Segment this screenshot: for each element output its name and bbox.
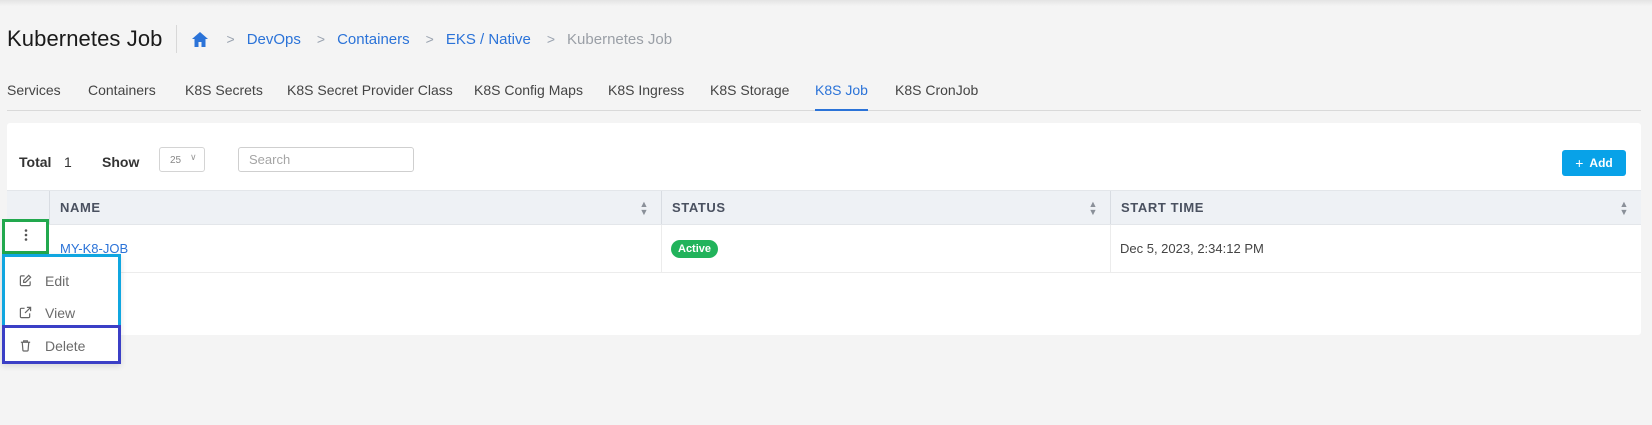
sort-icon[interactable]: ▲ ▼	[1619, 191, 1629, 217]
page-title: Kubernetes Job	[7, 26, 163, 51]
tab-bar: Services Containers K8S Secrets K8S Secr…	[7, 72, 1641, 111]
page-header: Kubernetes Job > DevOps > Containers > E…	[7, 22, 672, 56]
search-input[interactable]	[238, 147, 414, 172]
active-tab-indicator	[815, 109, 868, 111]
breadcrumb-devops[interactable]: DevOps	[247, 31, 301, 48]
breadcrumb-separator: >	[546, 31, 556, 47]
top-shadow	[0, 0, 1652, 6]
job-list-card: Total 1 Show 25 ∨ + Add NAME ▲▼ STATUS ▲…	[7, 123, 1641, 335]
row-actions-button[interactable]	[2, 219, 49, 254]
tab-containers[interactable]: Containers	[88, 82, 156, 98]
breadcrumb-containers[interactable]: Containers	[337, 31, 410, 48]
tab-k8s-secrets[interactable]: K8S Secrets	[185, 82, 263, 98]
start-time-cell: Dec 5, 2023, 2:34:12 PM	[1120, 225, 1264, 272]
table-row: MY-K8-JOB Active Dec 5, 2023, 2:34:12 PM	[7, 225, 1641, 273]
breadcrumb-separator: >	[226, 31, 235, 47]
page-size-value: 25	[170, 155, 182, 166]
total-count: 1	[64, 154, 72, 170]
breadcrumb-separator: >	[316, 31, 326, 47]
status-cell: Active	[671, 225, 719, 272]
tab-k8s-job[interactable]: K8S Job	[815, 82, 868, 98]
tab-k8s-cronjob[interactable]: K8S CronJob	[895, 82, 978, 98]
page-size-select[interactable]: 25 ∨	[159, 147, 205, 172]
breadcrumb-eks-native[interactable]: EKS / Native	[446, 31, 531, 48]
column-header-status-label: STATUS	[672, 200, 726, 215]
total-label: Total	[19, 154, 52, 170]
home-icon[interactable]	[191, 29, 211, 49]
menu-item-view[interactable]: View	[5, 298, 118, 328]
show-label: Show	[102, 154, 140, 170]
add-button-label: Add	[1589, 156, 1613, 170]
chevron-down-icon: ∨	[190, 152, 197, 162]
tab-k8s-config-maps[interactable]: K8S Config Maps	[474, 82, 583, 98]
add-button[interactable]: + Add	[1562, 150, 1626, 176]
delete-highlight-box	[2, 325, 121, 364]
external-link-icon	[19, 306, 33, 320]
header-divider	[175, 25, 177, 53]
menu-item-edit[interactable]: Edit	[5, 266, 118, 296]
menu-item-edit-label: Edit	[45, 273, 70, 289]
tab-k8s-secret-provider-class[interactable]: K8S Secret Provider Class	[287, 82, 453, 98]
sort-icon[interactable]: ▲ ▼	[639, 191, 649, 217]
column-header-start-time[interactable]: START TIME ▲ ▼	[1111, 191, 1641, 224]
edit-icon	[19, 274, 33, 288]
tab-k8s-ingress[interactable]: K8S Ingress	[608, 82, 684, 98]
column-header-name[interactable]: NAME ▲ ▼	[50, 191, 661, 224]
column-divider	[661, 225, 662, 272]
tab-k8s-storage[interactable]: K8S Storage	[710, 82, 789, 98]
kebab-vertical-icon	[24, 228, 28, 246]
sort-icon[interactable]: ▲ ▼	[1088, 191, 1098, 217]
status-badge: Active	[671, 239, 719, 258]
column-header-start-time-label: START TIME	[1121, 200, 1205, 215]
tab-services[interactable]: Services	[7, 82, 61, 98]
column-divider	[1110, 225, 1111, 272]
breadcrumb-current: Kubernetes Job	[567, 30, 673, 48]
table-header: NAME ▲ ▼ STATUS ▲ ▼ START TIME ▲ ▼	[7, 190, 1641, 225]
breadcrumb-separator: >	[425, 31, 434, 47]
column-header-status[interactable]: STATUS ▲ ▼	[662, 191, 1110, 224]
menu-item-view-label: View	[45, 305, 76, 321]
plus-icon: +	[1575, 155, 1584, 171]
column-header-name-label: NAME	[60, 200, 101, 215]
start-time-value: Dec 5, 2023, 2:34:12 PM	[1120, 241, 1264, 256]
